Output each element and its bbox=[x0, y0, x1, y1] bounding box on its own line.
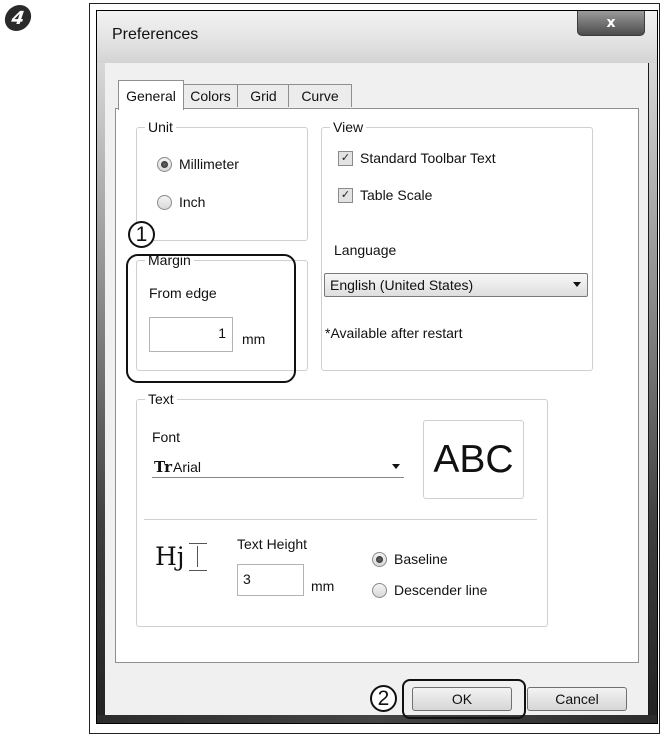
language-label: Language bbox=[334, 242, 397, 258]
preferences-dialog: Preferences x General Colors Grid Curve … bbox=[96, 10, 658, 724]
callout-number-1: 1 bbox=[128, 221, 155, 248]
baseline-label: Baseline bbox=[394, 551, 448, 567]
tab-label: General bbox=[126, 87, 176, 104]
view-group: View ✓ Standard Toolbar Text ✓ Table Sca… bbox=[321, 119, 593, 371]
text-group-label: Text bbox=[145, 391, 177, 407]
baseline-radio[interactable] bbox=[372, 551, 387, 567]
tab-label: Curve bbox=[301, 88, 339, 104]
restart-note: *Available after restart bbox=[325, 325, 463, 341]
font-preview: ABC bbox=[423, 420, 524, 499]
language-select[interactable]: English (United States) bbox=[324, 273, 588, 297]
callout-margin-highlight bbox=[126, 254, 296, 383]
font-preview-text: ABC bbox=[433, 437, 514, 481]
text-group-divider bbox=[144, 519, 537, 520]
cancel-button[interactable]: Cancel bbox=[527, 687, 627, 711]
window-border-right bbox=[649, 63, 657, 723]
font-label: Font bbox=[152, 429, 181, 445]
millimeter-label: Millimeter bbox=[179, 156, 239, 172]
close-icon: x bbox=[606, 15, 616, 31]
inch-label: Inch bbox=[179, 194, 206, 210]
view-group-label: View bbox=[330, 119, 367, 135]
window-border-bottom bbox=[97, 715, 657, 723]
baseline-option[interactable]: Baseline bbox=[372, 551, 448, 567]
tab-curve[interactable]: Curve bbox=[288, 84, 352, 107]
general-tab-panel: Unit Millimeter Inch Margin From edge 1 … bbox=[115, 108, 639, 663]
standard-toolbar-text-label: Standard Toolbar Text bbox=[360, 150, 496, 166]
standard-toolbar-text-option[interactable]: ✓ Standard Toolbar Text bbox=[338, 150, 496, 166]
tab-general[interactable]: General bbox=[118, 80, 184, 110]
callout-number-2: 2 bbox=[370, 685, 397, 712]
text-height-label: Text Height bbox=[237, 536, 308, 552]
step-number-badge: 4 bbox=[3, 5, 33, 31]
text-height-input[interactable]: 3 bbox=[237, 564, 304, 596]
chevron-down-icon bbox=[392, 464, 400, 469]
tab-colors[interactable]: Colors bbox=[182, 84, 239, 107]
text-height-icon-glyph: Hj bbox=[155, 542, 185, 571]
unit-group-label: Unit bbox=[145, 119, 176, 135]
unit-option-inch[interactable]: Inch bbox=[157, 194, 205, 210]
tab-label: Colors bbox=[190, 88, 231, 104]
descender-line-label: Descender line bbox=[394, 582, 488, 598]
font-select[interactable]: Tr Arial bbox=[152, 456, 404, 478]
descender-line-option[interactable]: Descender line bbox=[372, 582, 487, 598]
window-border-left bbox=[97, 63, 105, 723]
unit-group: Unit Millimeter Inch bbox=[136, 119, 308, 241]
table-scale-checkbox[interactable]: ✓ bbox=[338, 187, 353, 203]
inch-radio[interactable] bbox=[157, 194, 172, 210]
unit-option-millimeter[interactable]: Millimeter bbox=[157, 156, 239, 172]
language-select-value: English (United States) bbox=[330, 277, 474, 293]
window-title: Preferences bbox=[112, 26, 199, 43]
tab-label: Grid bbox=[250, 88, 277, 104]
text-group: Text Font Tr Arial ABC Hj Text Height 3 … bbox=[136, 391, 548, 627]
table-scale-option[interactable]: ✓ Table Scale bbox=[338, 187, 432, 203]
standard-toolbar-text-checkbox[interactable]: ✓ bbox=[338, 150, 353, 166]
tab-grid[interactable]: Grid bbox=[237, 84, 290, 107]
dialog-client-area: General Colors Grid Curve Unit Millimete… bbox=[105, 63, 648, 719]
text-height-icon: Hj bbox=[155, 542, 207, 571]
text-height-unit: mm bbox=[311, 578, 335, 594]
font-type-icon: Tr bbox=[154, 457, 172, 476]
chevron-down-icon bbox=[573, 282, 581, 287]
close-button[interactable]: x bbox=[577, 11, 645, 36]
descender-line-radio[interactable] bbox=[372, 582, 387, 598]
font-select-value: Arial bbox=[172, 458, 201, 475]
height-marker-icon bbox=[188, 542, 207, 571]
table-scale-label: Table Scale bbox=[360, 187, 433, 203]
millimeter-radio[interactable] bbox=[157, 156, 172, 172]
ok-button[interactable]: OK bbox=[412, 687, 512, 711]
